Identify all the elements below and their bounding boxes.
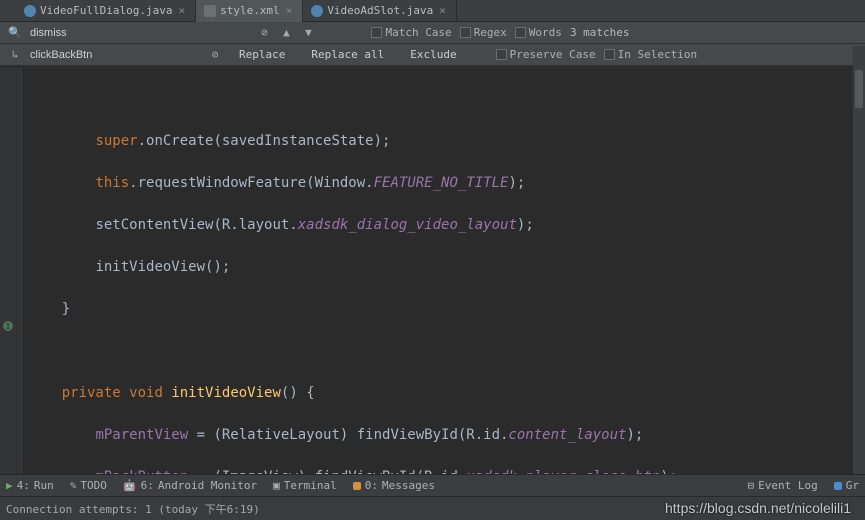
svg-text:I: I <box>6 322 11 331</box>
tab-label: VideoFullDialog.java <box>40 4 172 17</box>
tab-videofulldialog[interactable]: VideoFullDialog.java × <box>16 0 196 22</box>
editor-tabs: VideoFullDialog.java × style.xml × Video… <box>0 0 865 22</box>
tab-label: style.xml <box>220 4 280 17</box>
todo-toolwindow[interactable]: ✎ TODO <box>70 479 107 492</box>
replace-bar: ↳ ⊘ Replace Replace all Exclude Preserve… <box>0 44 865 66</box>
replace-button[interactable]: Replace <box>230 47 294 62</box>
run-toolwindow[interactable]: ▶4: Run <box>6 479 54 492</box>
next-match-button[interactable]: ▼ <box>301 26 315 40</box>
close-icon[interactable]: × <box>176 4 187 17</box>
find-input[interactable] <box>30 27 249 39</box>
close-icon[interactable]: × <box>437 4 448 17</box>
android-monitor-toolwindow[interactable]: 🤖 6: Android Monitor <box>123 479 257 492</box>
tab-label: VideoAdSlot.java <box>327 4 433 17</box>
messages-toolwindow[interactable]: 0: Messages <box>353 479 435 492</box>
replace-input[interactable] <box>30 49 200 61</box>
prev-match-button[interactable]: ▲ <box>279 26 293 40</box>
regex-checkbox[interactable]: Regex <box>460 26 507 39</box>
java-file-icon <box>24 5 36 17</box>
event-log-button[interactable]: ⊟ Event Log <box>748 479 818 492</box>
exclude-button[interactable]: Exclude <box>401 47 465 62</box>
scrollbar[interactable] <box>853 46 865 474</box>
xml-file-icon <box>204 5 216 17</box>
terminal-toolwindow[interactable]: ▣ Terminal <box>273 479 337 492</box>
tab-videoadslot[interactable]: VideoAdSlot.java × <box>303 0 457 22</box>
gutter <box>0 68 22 496</box>
match-case-checkbox[interactable]: Match Case <box>371 26 451 39</box>
tool-window-bar: ▶4: Run ✎ TODO 🤖 6: Android Monitor ▣ Te… <box>0 474 865 496</box>
java-file-icon <box>311 5 323 17</box>
gradle-console-button[interactable]: Gr <box>834 479 859 492</box>
close-icon[interactable]: × <box>284 4 295 17</box>
search-icon: 🔍 <box>8 26 22 40</box>
find-bar: 🔍 ⊘ ▲ ▼ Match Case Regex Words 3 matches <box>0 22 865 44</box>
match-count: 3 matches <box>570 26 630 39</box>
implement-icon: I <box>2 320 14 332</box>
tab-stylexml[interactable]: style.xml × <box>196 0 303 22</box>
in-selection-checkbox[interactable]: In Selection <box>604 48 697 61</box>
words-checkbox[interactable]: Words <box>515 26 562 39</box>
replace-icon: ↳ <box>8 48 22 62</box>
clear-icon[interactable]: ⊘ <box>257 26 271 40</box>
clear-icon[interactable]: ⊘ <box>208 48 222 62</box>
watermark-text: https://blog.csdn.net/nicolelili1 <box>665 500 851 516</box>
scroll-thumb[interactable] <box>855 70 863 108</box>
replace-all-button[interactable]: Replace all <box>302 47 393 62</box>
status-text: Connection attempts: 1 (today 下午6:19) <box>6 501 260 517</box>
preserve-case-checkbox[interactable]: Preserve Case <box>496 48 596 61</box>
code-editor[interactable]: I super.onCreate(savedInstanceState); th… <box>0 66 865 496</box>
